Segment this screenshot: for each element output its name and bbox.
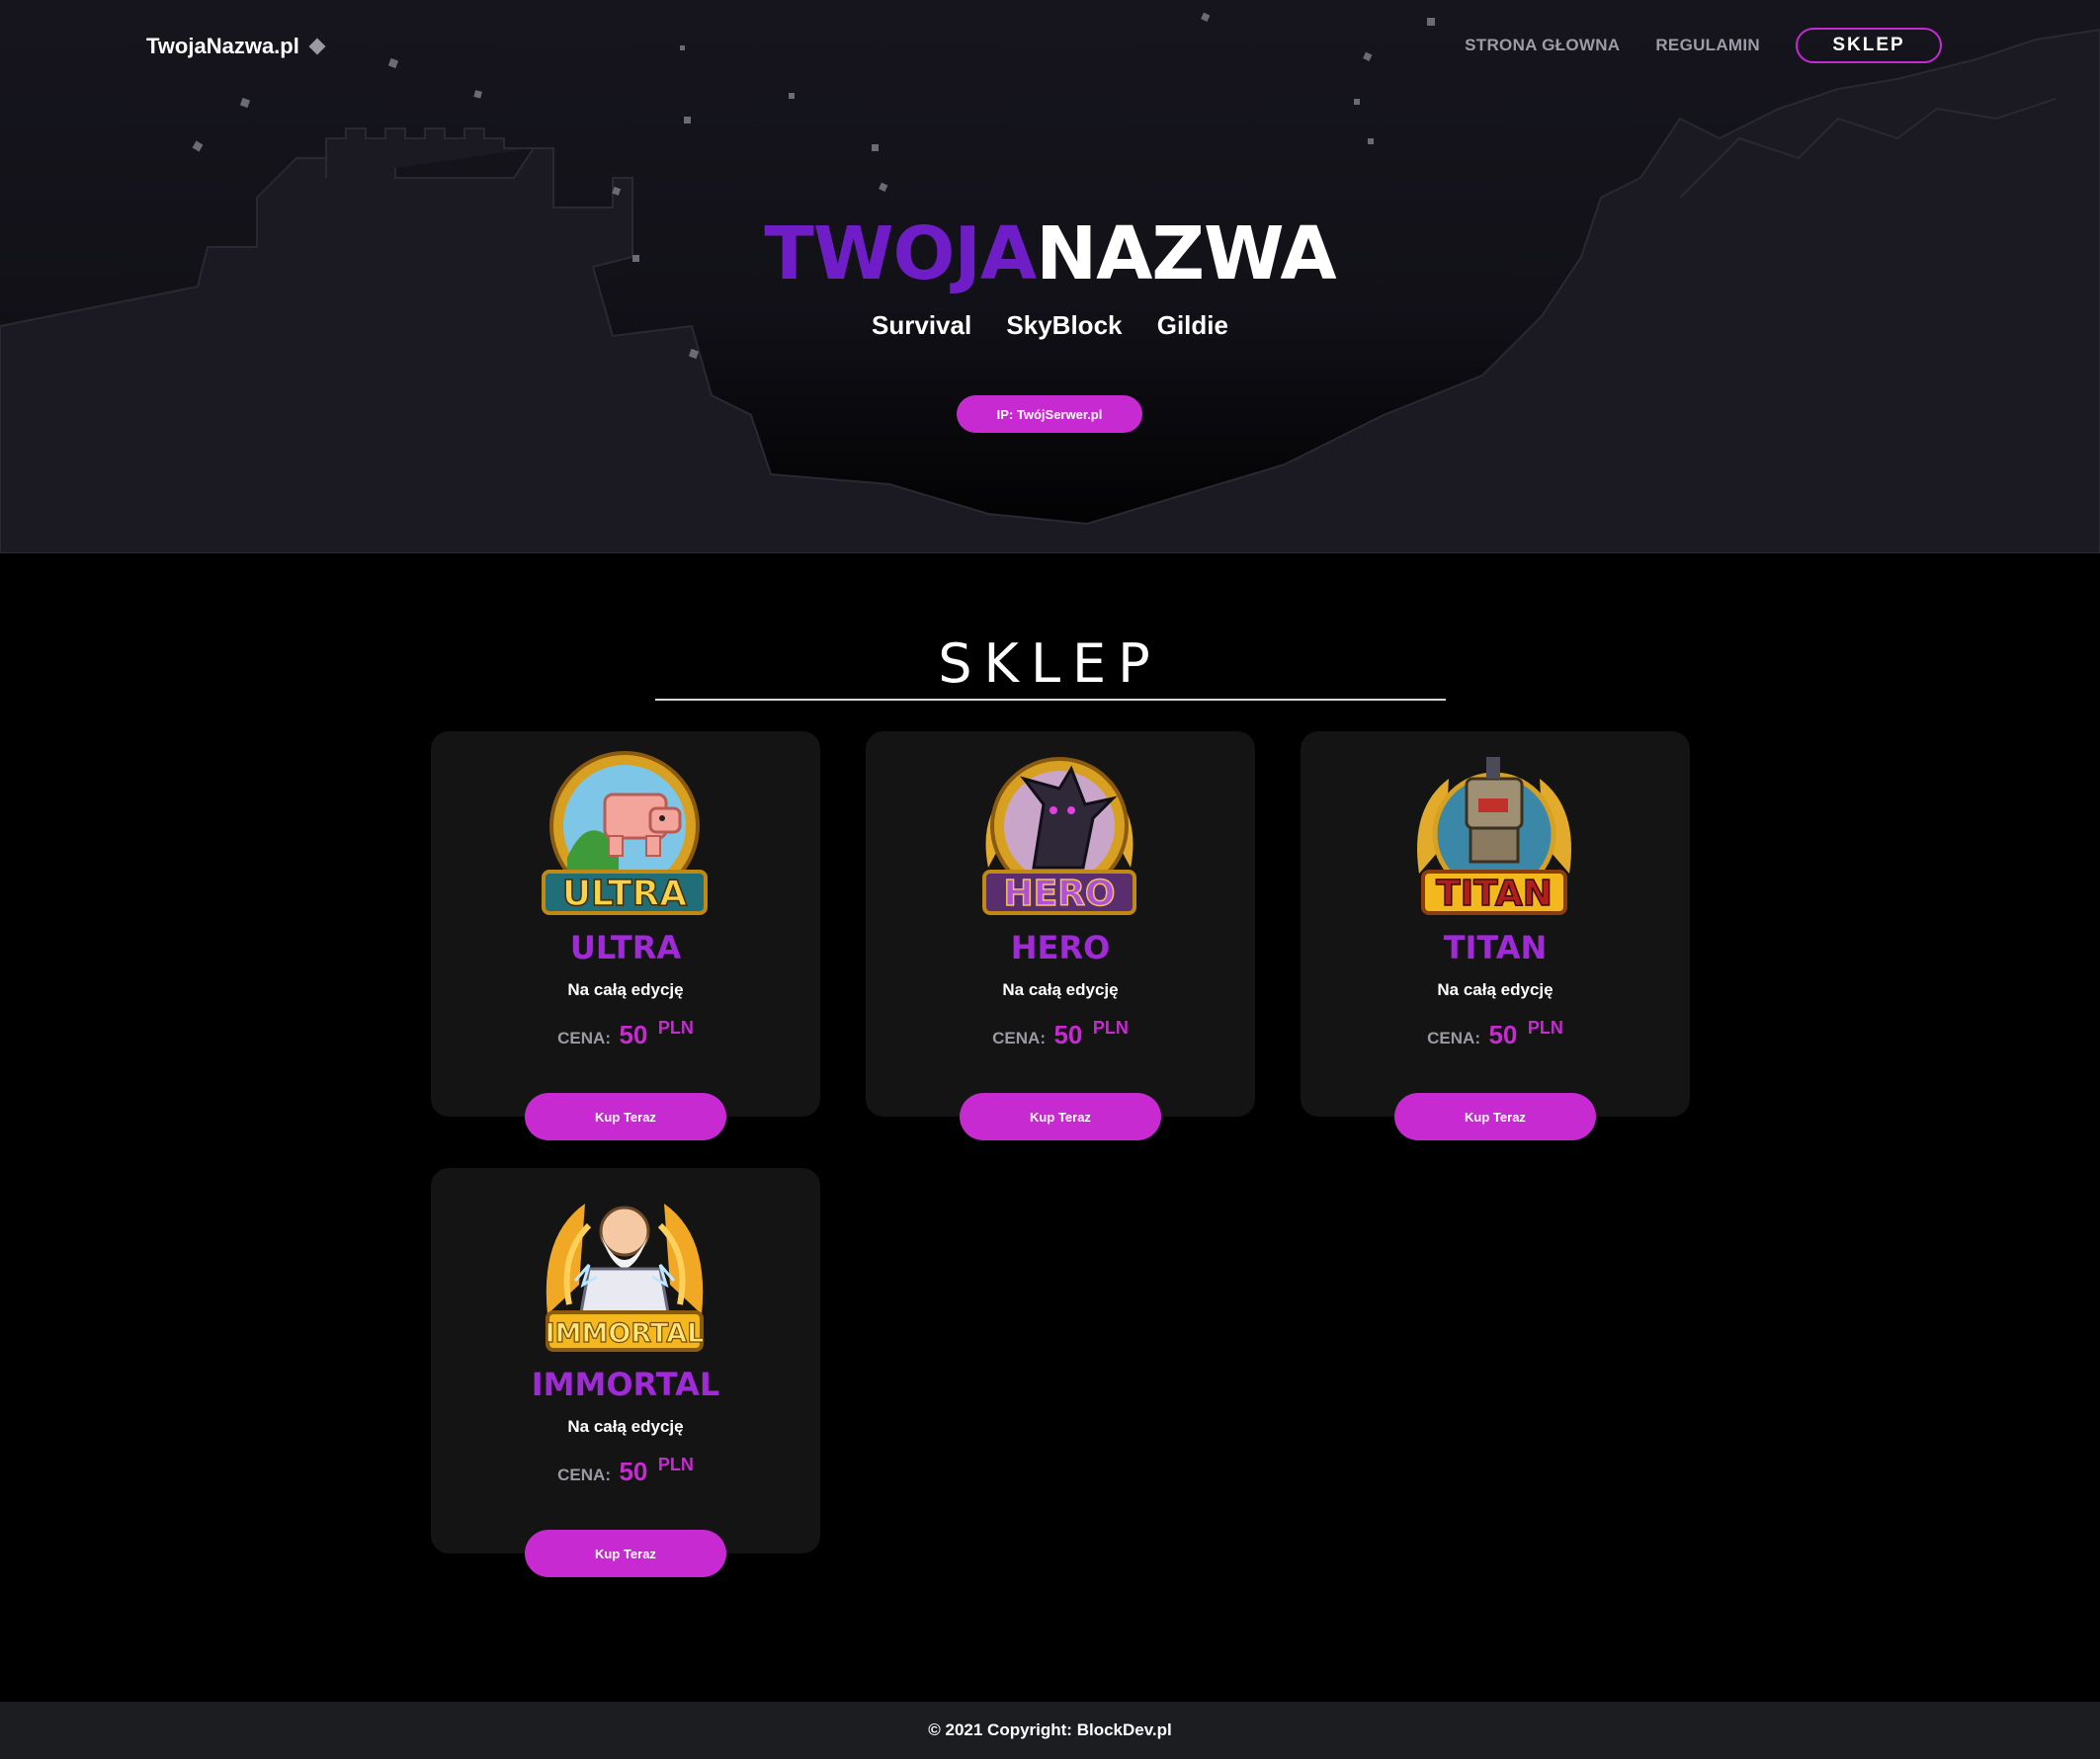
price-currency: PLN	[1092, 1018, 1129, 1038]
product-price: CENA: 50 PLN	[866, 1018, 1255, 1050]
price-currency: PLN	[1527, 1018, 1563, 1038]
product-name: ULTRA	[569, 929, 682, 966]
footer: © 2021 Copyright: BlockDev.pl	[0, 1702, 2100, 1759]
shop-title-divider	[655, 699, 1446, 701]
buy-button-immortal[interactable]: Kup Teraz	[525, 1530, 726, 1577]
product-description: Na całą edycję	[1002, 980, 1119, 999]
product-card-titan: TITAN TITAN Na całą edycję CENA: 50 PLN	[1301, 731, 1690, 1117]
product-name: TITAN	[1443, 929, 1548, 966]
server-title: TWOJANAZWA	[0, 211, 2100, 296]
diamond-icon	[308, 38, 326, 55]
nav-link-rules[interactable]: REGULAMIN	[1655, 36, 1760, 55]
immortal-rank-icon: IMMORTAL	[545, 1204, 705, 1352]
game-modes: Survival SkyBlock Gildie	[0, 310, 2100, 341]
buy-button-titan[interactable]: Kup Teraz	[1394, 1093, 1596, 1140]
copyright-text: © 2021 Copyright: BlockDev.pl	[928, 1720, 1172, 1739]
product-card-hero: HERO HERO Na całą edycję CENA: 50 PLN	[866, 731, 1255, 1117]
ultra-rank-icon: ULTRA	[542, 751, 708, 915]
price-currency: PLN	[657, 1455, 694, 1474]
price-value: 50	[1488, 1020, 1518, 1049]
product-card-immortal: IMMORTAL IMMORTAL Na całą edycję CENA: 5…	[431, 1168, 820, 1553]
product-description: Na całą edycję	[567, 1417, 684, 1436]
price-currency: PLN	[657, 1018, 694, 1038]
buy-button-ultra[interactable]: Kup Teraz	[525, 1093, 726, 1140]
buy-button-hero[interactable]: Kup Teraz	[960, 1093, 1161, 1140]
game-mode: SkyBlock	[1006, 310, 1123, 340]
product-price: CENA: 50 PLN	[1301, 1018, 1690, 1050]
hero-rank-icon: HERO	[982, 757, 1136, 915]
main-nav: STRONA GŁOWNA REGULAMIN SKLEP	[1465, 28, 1942, 63]
titan-badge-text: TITAN	[1436, 874, 1553, 914]
product-name: HERO	[1010, 929, 1111, 966]
hero-badge-text: HERO	[1003, 874, 1115, 914]
price-label: CENA:	[992, 1029, 1046, 1047]
ultra-badge-text: ULTRA	[562, 874, 687, 914]
immortal-badge-text: IMMORTAL	[546, 1318, 705, 1349]
product-price: CENA: 50 PLN	[431, 1455, 820, 1487]
price-label: CENA:	[557, 1466, 611, 1484]
product-name: IMMORTAL	[531, 1366, 720, 1403]
price-value: 50	[619, 1457, 648, 1486]
server-ip-button[interactable]: IP: TwójSerwer.pl	[957, 395, 1142, 433]
product-description: Na całą edycję	[567, 980, 684, 999]
product-description: Na całą edycję	[1437, 980, 1554, 999]
shop-title: SKLEP	[938, 632, 1162, 695]
product-card-ultra: ULTRA ULTRA Na całą edycję CENA: 50 PLN	[431, 731, 820, 1117]
server-title-part1: TWOJA	[764, 211, 1037, 296]
price-value: 50	[1053, 1020, 1083, 1049]
price-label: CENA:	[1427, 1029, 1480, 1047]
price-value: 50	[619, 1020, 648, 1049]
nav-link-home[interactable]: STRONA GŁOWNA	[1465, 36, 1620, 55]
titan-rank-icon: TITAN	[1417, 757, 1571, 915]
product-price: CENA: 50 PLN	[431, 1018, 820, 1050]
hero-section: TwojaNazwa.pl STRONA GŁOWNA REGULAMIN SK…	[0, 0, 2100, 553]
game-mode: Gildie	[1156, 310, 1228, 340]
game-mode: Survival	[872, 310, 972, 340]
price-label: CENA:	[557, 1029, 611, 1047]
site-logo[interactable]: TwojaNazwa.pl	[146, 34, 326, 59]
nav-shop-button[interactable]: SKLEP	[1796, 28, 1942, 63]
site-logo-text[interactable]: TwojaNazwa.pl	[146, 34, 299, 59]
server-title-part2: NAZWA	[1036, 211, 1336, 296]
